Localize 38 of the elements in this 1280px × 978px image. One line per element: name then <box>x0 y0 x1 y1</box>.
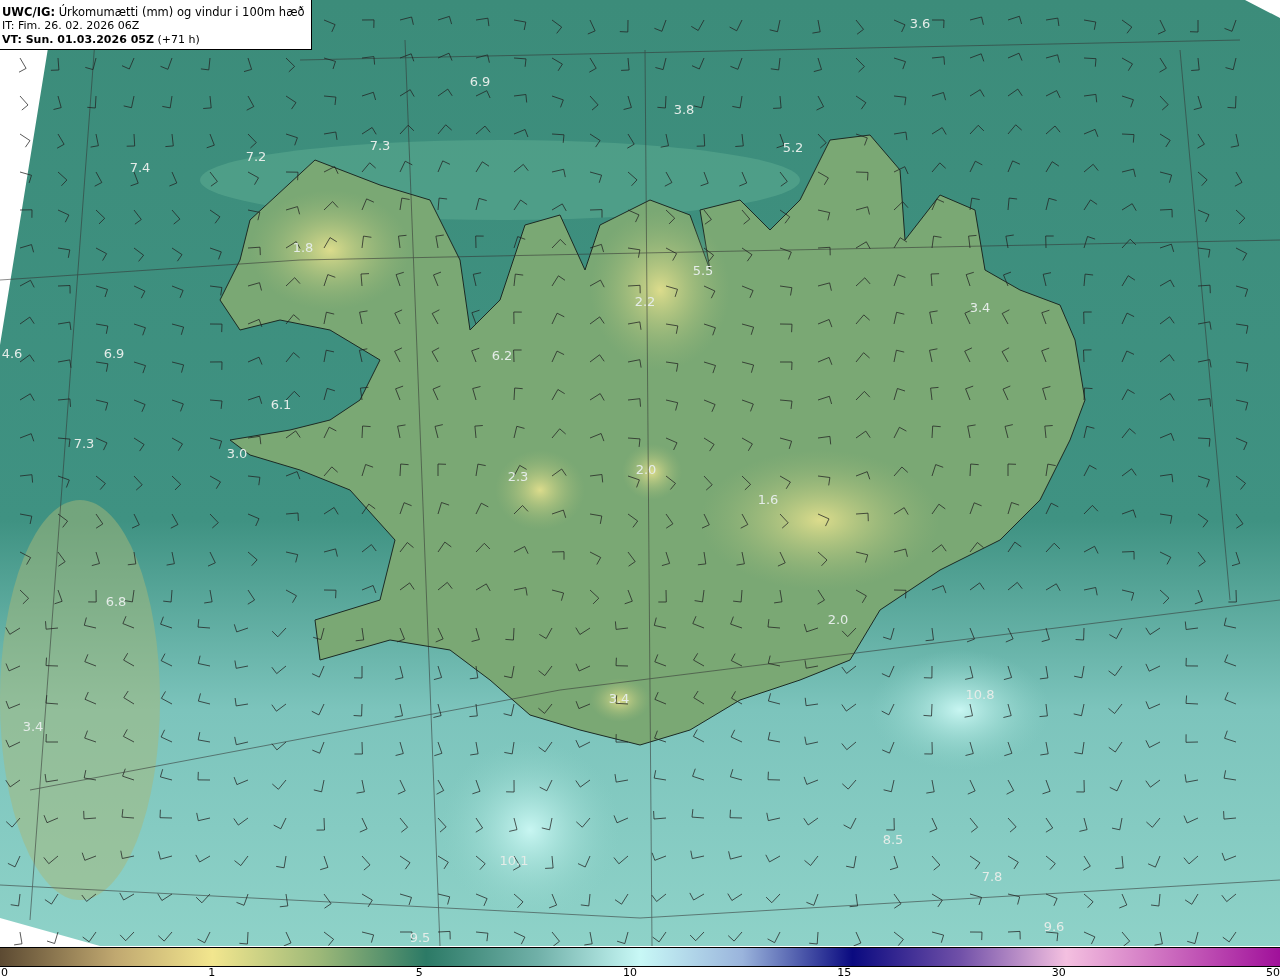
colorbar-tick-label: 30 <box>1051 967 1066 978</box>
colorbar-tick-label: 10 <box>623 967 637 978</box>
valid-time: VT: Sun. 01.03.2026 05Z (+71 h) <box>2 33 201 47</box>
value-label: 5.5 <box>692 263 714 278</box>
value-label: 6.8 <box>105 594 127 609</box>
value-label: 7.3 <box>73 436 95 451</box>
value-label: 3.6 <box>909 16 931 31</box>
value-label: 5.2 <box>782 140 804 155</box>
value-label: 3.8 <box>673 102 695 117</box>
value-label: 6.1 <box>270 397 292 412</box>
value-label: 8.5 <box>882 832 904 847</box>
value-label: 1.6 <box>757 492 779 507</box>
issue-time: IT: Fim. 26. 02. 2026 06Z <box>2 19 141 33</box>
value-label: 3.4 <box>969 300 991 315</box>
value-label: 6.9 <box>103 346 125 361</box>
value-label: 1.8 <box>292 240 314 255</box>
colorbar-tick-label: 15 <box>837 967 852 978</box>
value-label: 2.3 <box>507 469 529 484</box>
value-label: 6.2 <box>491 348 513 363</box>
colorbar-tick-label: 50 <box>1265 967 1280 978</box>
value-label: 3.4 <box>22 719 44 734</box>
colorbar-tick-label: 0 <box>1 967 8 978</box>
value-label: 7.8 <box>981 869 1003 884</box>
value-label: 9.6 <box>1043 919 1065 934</box>
colorbar-tick-label: 5 <box>415 967 423 978</box>
value-label: 7.3 <box>369 138 391 153</box>
value-label: 2.2 <box>634 294 656 309</box>
value-label: 6.9 <box>469 74 491 89</box>
value-label: 7.4 <box>129 160 151 175</box>
value-label: 4.6 <box>1 346 23 361</box>
value-label: 2.0 <box>635 462 657 477</box>
value-label: 7.2 <box>245 149 267 164</box>
value-label: 2.0 <box>827 612 849 627</box>
value-label: 9.5 <box>409 930 431 945</box>
value-label: 3.0 <box>226 446 248 461</box>
colorbar-tick-label: 1 <box>208 967 216 978</box>
map-title: UWC/IG: Úrkomumætti (mm) og vindur i 100m hæð <box>2 5 305 19</box>
value-label: 10.8 <box>965 687 995 702</box>
